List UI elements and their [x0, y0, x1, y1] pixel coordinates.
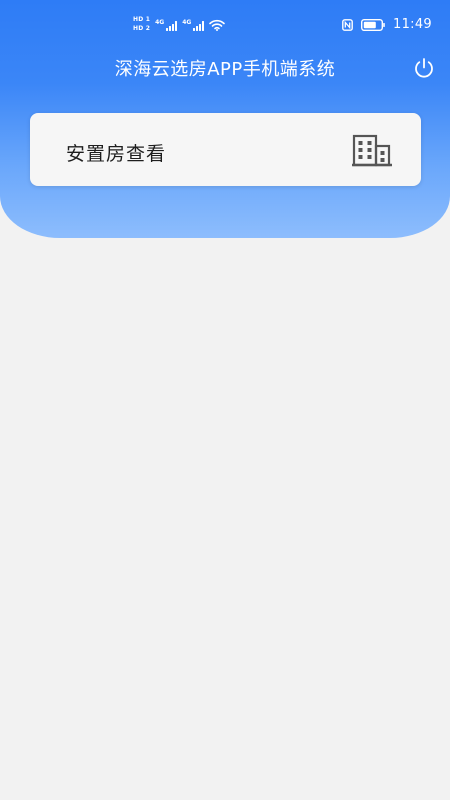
status-left: HD 1 HD 2 4G 4G — [133, 16, 226, 33]
power-button[interactable] — [412, 56, 435, 79]
resettlement-housing-card[interactable]: 安置房查看 — [30, 113, 421, 186]
signal-1-icon: 4G — [155, 18, 178, 31]
nfc-icon — [342, 18, 353, 31]
signal-2-icon: 4G — [182, 18, 205, 31]
building-icon — [352, 134, 392, 167]
status-right: 11:49 — [342, 17, 432, 32]
status-bar: HD 1 HD 2 4G 4G 11:49 — [0, 0, 450, 52]
network-2-label: 4G — [182, 18, 192, 26]
hd1-label: HD 1 — [133, 16, 151, 23]
wifi-icon — [209, 19, 226, 31]
screen: HD 1 HD 2 4G 4G 11:49 深海云选房APP手机端系统 安置房查… — [0, 0, 450, 800]
page-title: 深海云选房APP手机端系统 — [114, 59, 336, 80]
network-1-label: 4G — [155, 18, 165, 26]
power-icon — [414, 57, 433, 78]
hd-indicators: HD 1 HD 2 — [133, 16, 150, 33]
battery-icon — [361, 18, 385, 31]
clock: 11:49 — [393, 17, 432, 32]
card-label: 安置房查看 — [66, 143, 167, 165]
hd2-label: HD 2 — [133, 25, 151, 32]
